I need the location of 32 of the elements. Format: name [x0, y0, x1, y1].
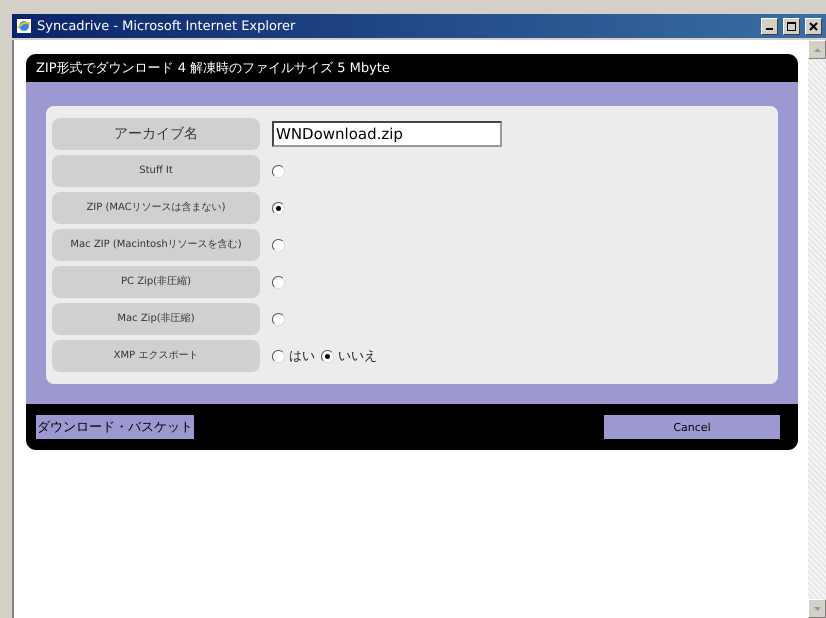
download-basket-link[interactable]: ダウンロード・バスケット	[36, 415, 194, 439]
header-title: ZIP形式でダウンロード 4 解凍時のファイルサイズ 5 Mbyte	[36, 60, 390, 77]
up-arrow-icon	[814, 48, 820, 52]
maximize-button[interactable]	[783, 18, 800, 34]
field-label: ZIP (MACリソースは含まない)	[52, 192, 260, 224]
radio-button[interactable]	[272, 276, 285, 288]
option-label: はい	[289, 348, 315, 365]
radio-button[interactable]	[321, 350, 334, 362]
radio-button[interactable]	[272, 350, 285, 362]
window-title: Syncadrive - Microsoft Internet Explorer	[37, 18, 296, 34]
down-arrow-icon	[814, 606, 820, 610]
minimize-button[interactable]	[761, 18, 778, 34]
cancel-button[interactable]: Cancel	[604, 415, 780, 439]
option-label: いいえ	[338, 348, 377, 365]
radio-button[interactable]	[272, 238, 285, 252]
field-label: XMP エクスポート	[52, 340, 260, 372]
archive-name-field[interactable]: WNDownload.zip	[272, 121, 502, 147]
scroll-down-button[interactable]	[808, 599, 826, 618]
maximize-icon	[787, 22, 796, 30]
field-label: Mac ZIP (Macintoshリソースを含む)	[52, 229, 260, 261]
field-label: PC Zip(非圧縮)	[52, 266, 260, 298]
field-label: Stuff It	[52, 155, 260, 187]
close-button[interactable]	[805, 18, 822, 34]
field-label: Mac Zip(非圧縮)	[52, 303, 260, 335]
radio-button[interactable]	[272, 164, 285, 178]
scroll-up-button[interactable]	[808, 40, 826, 59]
radio-button[interactable]	[272, 202, 285, 214]
radio-button[interactable]	[272, 312, 285, 326]
close-icon	[809, 22, 818, 30]
browser-icon	[16, 18, 32, 34]
field-label: アーカイブ名	[52, 118, 260, 150]
scrollbar[interactable]	[808, 40, 826, 618]
